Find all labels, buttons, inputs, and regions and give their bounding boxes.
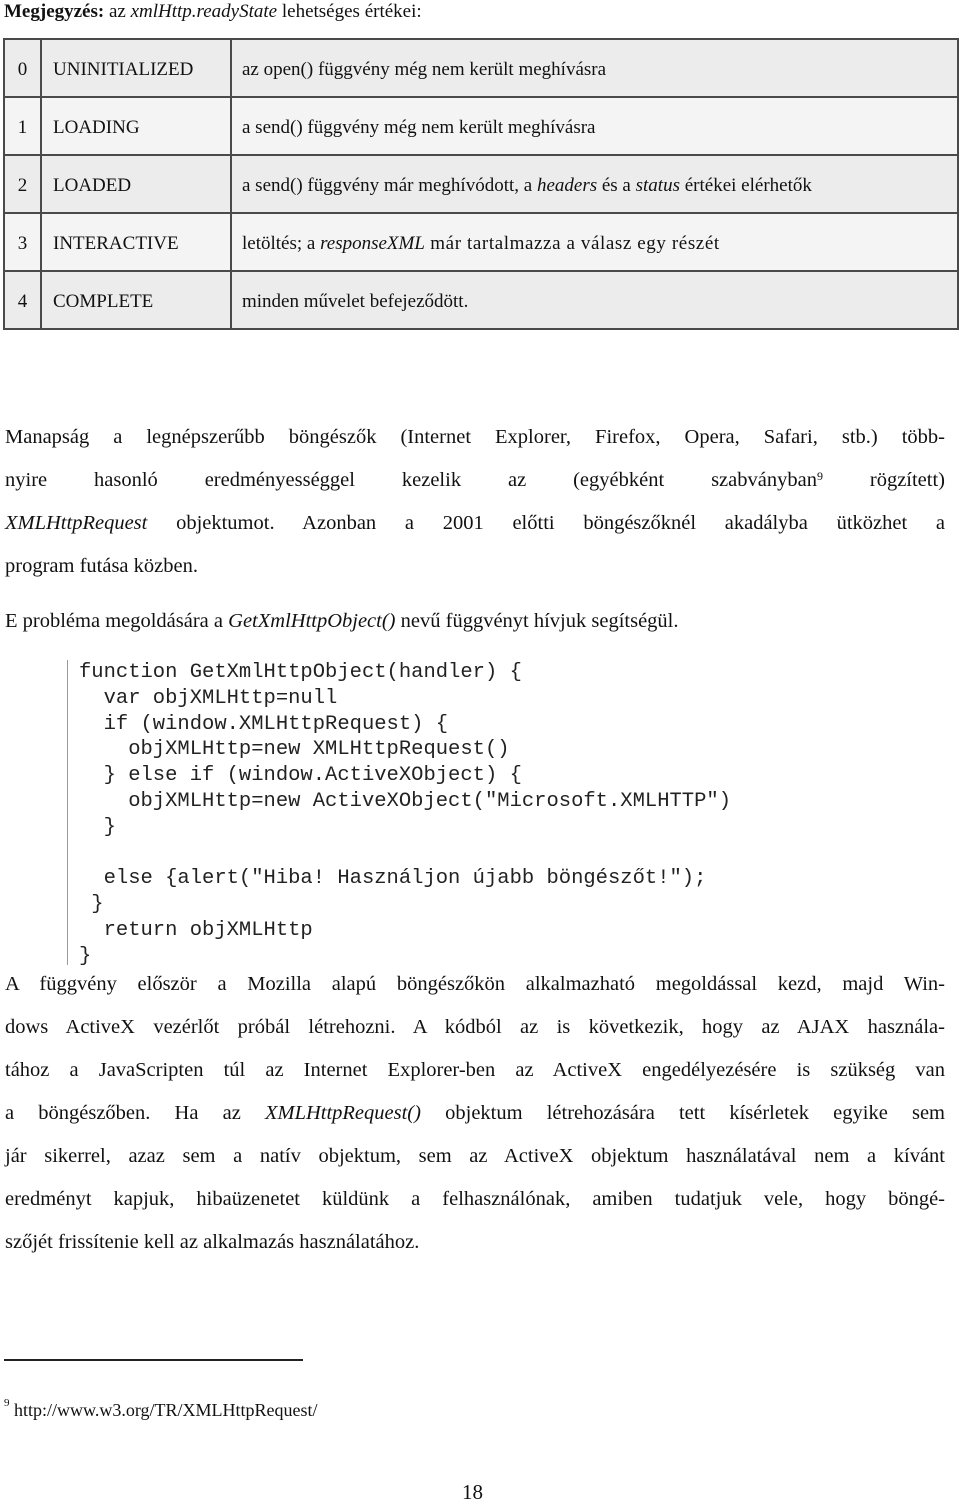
footnote: 9 http://www.w3.org/TR/XMLHttpRequest/ (4, 1397, 318, 1421)
state-name: INTERACTIVE (40, 212, 232, 272)
code-line: if (window.XMLHttpRequest) { (79, 712, 449, 736)
paragraph-solution: E probléma megoldására a GetXmlHttpObjec… (5, 600, 945, 643)
code-listing: function GetXmlHttpObject(handler) { var… (68, 660, 828, 970)
state-description: a send() függvény még nem került meghívá… (230, 96, 959, 156)
text-line: a böngészőben. Ha az XMLHttpRequest() ob… (5, 1092, 945, 1135)
table-row: 0 UNINITIALIZED az open() függvény még n… (3, 38, 959, 98)
text-fragment: E probléma megoldására a (5, 610, 229, 632)
state-code: 4 (3, 270, 42, 330)
code-line: } (79, 893, 104, 917)
table-row: 4 COMPLETE minden művelet befejeződött. (3, 270, 959, 330)
state-name: LOADING (40, 96, 232, 156)
code-line: return objXMLHttp (79, 918, 313, 942)
text-fragment: objektum létrehozására tett kísérletek e… (420, 1102, 945, 1124)
paragraph-explanation: A függvény először a Mozilla alapú böngé… (5, 963, 945, 1264)
desc-text: és a (597, 175, 636, 196)
text-line: tához a JavaScripten túl az Internet Exp… (5, 1059, 945, 1081)
state-name: COMPLETE (40, 270, 232, 330)
text-line: E probléma megoldására a GetXmlHttpObjec… (5, 600, 945, 643)
text-line: Manapság a legnépszerűbb böngészők (Inte… (5, 426, 945, 448)
code-line: } (79, 815, 116, 839)
state-code: 1 (3, 96, 42, 156)
state-description: minden művelet befejeződött. (230, 270, 959, 330)
note-suffix: lehetséges értékei: (277, 1, 422, 22)
state-description: az open() függvény még nem került meghív… (230, 38, 959, 98)
page-number: 18 (462, 1480, 483, 1504)
code-line: function GetXmlHttpObject(handler) { (79, 661, 522, 684)
text-line: dows ActiveX vezérlőt próbál létrehozni.… (5, 1016, 945, 1038)
state-description: letöltés; a responseXML már tartalmazza … (230, 212, 959, 272)
code-line: objXMLHttp=new ActiveXObject("Microsoft.… (79, 789, 732, 813)
state-description: a send() függvény már meghívódott, a hea… (230, 154, 959, 214)
text-fragment: objektumot. Azonban a 2001 előtti böngés… (147, 512, 945, 534)
footnote-link[interactable]: http://www.w3.org/TR/XMLHttpRequest/ (10, 1400, 318, 1420)
text-line: eredményt kapjuk, hibaüzenetet küldünk a… (5, 1188, 945, 1210)
italic-term: GetXmlHttpObject() (228, 610, 396, 632)
text-line: szőjét frissítenie kell az alkalmazás ha… (5, 1231, 420, 1253)
code-block: function GetXmlHttpObject(handler) { var… (67, 660, 828, 968)
footnote-number: 9 (4, 1397, 10, 1409)
state-name: LOADED (40, 154, 232, 214)
desc-italic-headers: headers (536, 175, 598, 196)
desc-italic-status: status (635, 175, 680, 196)
text-line: A függvény először a Mozilla alapú böngé… (5, 973, 945, 995)
state-code: 0 (3, 38, 42, 98)
readystate-note: Megjegyzés: az xmlHttp.readyState lehets… (4, 0, 422, 24)
desc-text: már tartalmazza a válasz egy részét (424, 233, 720, 254)
paragraph-browsers: Manapság a legnépszerűbb böngészők (Inte… (5, 416, 945, 588)
state-name: UNINITIALIZED (40, 38, 232, 98)
desc-text: a send() függvény már meghívódott, a (242, 175, 537, 196)
text-fragment: a böngészőben. Ha az (5, 1102, 265, 1124)
code-line: } else if (window.ActiveXObject) { (79, 764, 522, 788)
table-row: 1 LOADING a send() függvény még nem kerü… (3, 96, 959, 156)
text-fragment: nyire hasonló eredményességgel kezelik a… (5, 469, 817, 491)
text-line: XMLHttpRequest objektumot. Azonban a 200… (5, 502, 945, 545)
note-label: Megjegyzés: (4, 1, 105, 22)
desc-text: értékei elérhetők (679, 175, 812, 196)
readystate-table: 0 UNINITIALIZED az open() függvény még n… (3, 38, 959, 330)
state-code: 3 (3, 212, 42, 272)
text-line: nyire hasonló eredményességgel kezelik a… (5, 459, 945, 502)
note-property: xmlHttp.readyState (130, 1, 278, 22)
text-fragment: rögzített) (822, 469, 945, 491)
footnote-separator (4, 1359, 303, 1361)
code-line: var objXMLHttp=null (79, 686, 338, 710)
text-line: jár sikerrel, azaz sem a natív objektum,… (5, 1145, 945, 1167)
desc-italic-responsexml: responseXML (320, 233, 425, 254)
italic-term: XMLHttpRequest (5, 512, 148, 534)
code-line: else {alert("Hiba! Használjon újabb böng… (79, 867, 707, 891)
code-line: objXMLHttp=new XMLHttpRequest() (79, 738, 510, 762)
table-row: 3 INTERACTIVE letöltés; a responseXML má… (3, 212, 959, 272)
note-prefix: az (104, 1, 131, 22)
text-fragment: nevű függvényt hívjuk segítségül. (395, 610, 679, 632)
table-row: 2 LOADED a send() függvény már meghívódo… (3, 154, 959, 214)
footnote-reference[interactable]: 9 (817, 469, 823, 483)
text-line: program futása közben. (5, 555, 198, 577)
italic-term: XMLHttpRequest() (264, 1102, 421, 1124)
state-code: 2 (3, 154, 42, 214)
desc-text: letöltés; a (242, 233, 321, 254)
